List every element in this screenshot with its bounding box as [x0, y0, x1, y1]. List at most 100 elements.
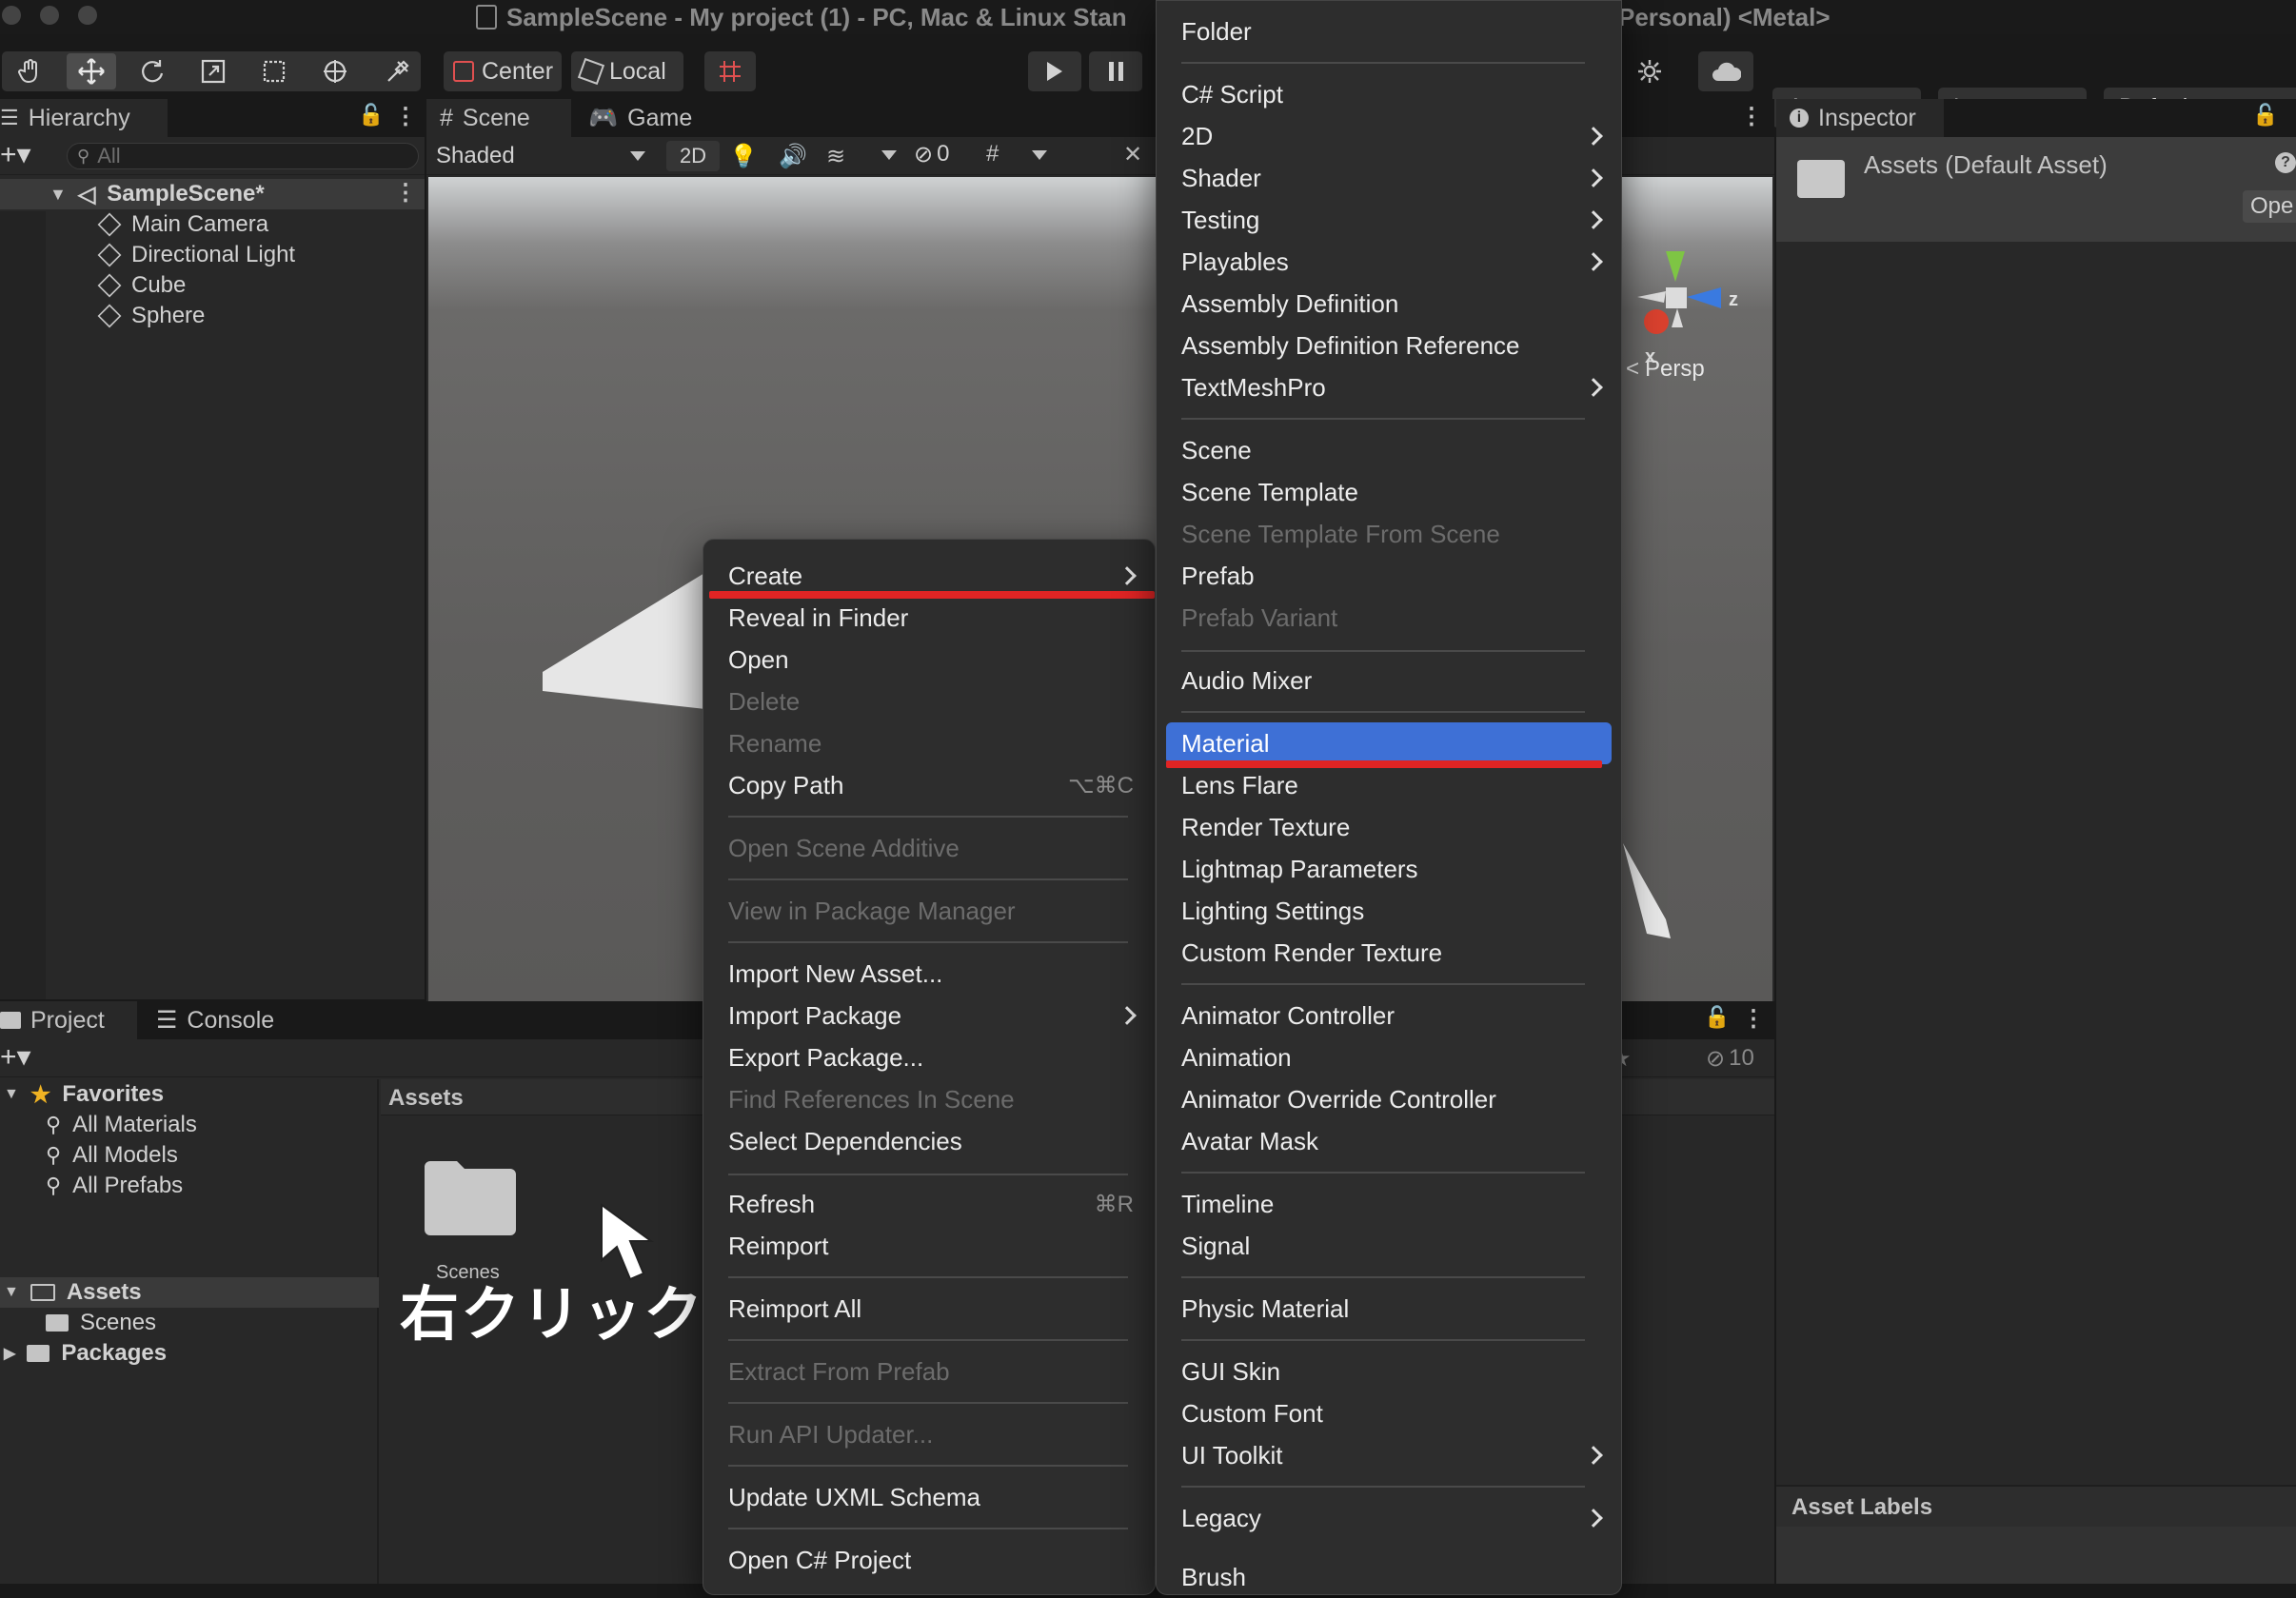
add-object-icon[interactable]: +▾	[0, 141, 31, 169]
menu-item-open-c-project[interactable]: Open C# Project	[703, 1539, 1155, 1581]
menu-item-export-package[interactable]: Export Package...	[703, 1036, 1155, 1078]
menu-item-import-new-asset[interactable]: Import New Asset...	[703, 953, 1155, 995]
tab-console[interactable]: ☰ Console	[143, 1001, 295, 1039]
perspective-toggle[interactable]: < Persp	[1626, 356, 1705, 383]
cube-object[interactable]	[1623, 843, 1671, 938]
menu-item-signal[interactable]: Signal	[1157, 1225, 1621, 1267]
menu-item-lightmap-parameters[interactable]: Lightmap Parameters	[1157, 848, 1621, 890]
menu-item-reimport-all[interactable]: Reimport All	[703, 1288, 1155, 1330]
menu-item-lens-flare[interactable]: Lens Flare	[1157, 764, 1621, 806]
scene-row[interactable]: ▼ ◁ SampleScene* ⋮	[0, 179, 425, 209]
scenes-folder-tile[interactable]	[423, 1157, 518, 1237]
packages-row[interactable]: ▶ Packages	[4, 1338, 167, 1369]
menu-item-refresh[interactable]: Refresh ⌘R	[703, 1183, 1155, 1225]
hand-tool-icon[interactable]	[11, 53, 49, 89]
2d-mode-toggle[interactable]: 2D	[666, 141, 720, 171]
hierarchy-item-cube[interactable]: Cube	[0, 270, 425, 301]
menu-item-timeline[interactable]: Timeline	[1157, 1183, 1621, 1225]
menu-item-c-script[interactable]: C# Script	[1157, 73, 1621, 115]
more-options-icon[interactable]: ⋮	[394, 103, 417, 130]
menu-item-ui-toolkit[interactable]: UI Toolkit	[1157, 1434, 1621, 1476]
menu-item-folder[interactable]: Folder	[1157, 10, 1621, 52]
effects-caret-icon[interactable]	[881, 150, 897, 160]
grid-snap-icon[interactable]	[704, 51, 756, 91]
rotate-tool-icon[interactable]	[133, 53, 171, 89]
tab-hierarchy[interactable]: ☰ Hierarchy	[0, 99, 168, 137]
pivot-local-toggle[interactable]: Local	[571, 51, 683, 91]
menu-item-open[interactable]: Open	[703, 639, 1155, 681]
menu-item-prefab[interactable]: Prefab	[1157, 555, 1621, 597]
scene-gizmo[interactable]: z x	[1618, 215, 1761, 367]
menu-item-select-dependencies[interactable]: Select Dependencies	[703, 1120, 1155, 1162]
project-lock-icon[interactable]: 🔓	[1704, 1005, 1730, 1030]
favorite-all-models[interactable]: ⚲ All Models	[0, 1140, 379, 1171]
favorite-all-materials[interactable]: ⚲ All Materials	[0, 1110, 379, 1140]
project-hidden-toggle[interactable]: ⊘ 10	[1706, 1045, 1754, 1073]
menu-item-animation[interactable]: Animation	[1157, 1036, 1621, 1078]
favorites-row[interactable]: ▼ ★ Favorites	[0, 1079, 164, 1110]
menu-item-scene[interactable]: Scene	[1157, 429, 1621, 471]
menu-item-animator-override-controller[interactable]: Animator Override Controller	[1157, 1078, 1621, 1120]
hierarchy-item-directional-light[interactable]: Directional Light	[0, 240, 425, 270]
help-icon[interactable]: ?	[2275, 152, 2296, 173]
scene-more-icon[interactable]: ⋮	[1740, 103, 1763, 130]
project-more-icon[interactable]: ⋮	[1742, 1005, 1765, 1033]
menu-item-scene-template[interactable]: Scene Template	[1157, 471, 1621, 513]
grid-caret-icon[interactable]	[1032, 150, 1047, 160]
assets-row[interactable]: ▼ Assets	[0, 1277, 379, 1308]
plane-object[interactable]	[543, 567, 714, 710]
play-button[interactable]	[1028, 51, 1081, 91]
audio-toggle-icon[interactable]: 🔊	[779, 143, 807, 170]
favorite-all-prefabs[interactable]: ⚲ All Prefabs	[0, 1171, 379, 1201]
close-window-button[interactable]	[2, 6, 21, 25]
rect-tool-icon[interactable]	[255, 53, 293, 89]
scene-tools-icon[interactable]: ✕	[1123, 141, 1142, 168]
services-gear-icon[interactable]	[1626, 51, 1673, 91]
shading-mode-dropdown[interactable]: Shaded	[428, 141, 653, 171]
menu-item-testing[interactable]: Testing	[1157, 199, 1621, 241]
zoom-window-button[interactable]	[78, 6, 97, 25]
menu-item-reveal-in-finder[interactable]: Reveal in Finder	[703, 597, 1155, 639]
menu-item-physic-material[interactable]: Physic Material	[1157, 1288, 1621, 1330]
menu-item-custom-render-texture[interactable]: Custom Render Texture	[1157, 932, 1621, 974]
scale-tool-icon[interactable]	[194, 53, 232, 89]
menu-item-assembly-definition-reference[interactable]: Assembly Definition Reference	[1157, 325, 1621, 366]
gizmo-cube-icon[interactable]	[1666, 287, 1687, 308]
menu-item-material[interactable]: Material	[1166, 722, 1612, 764]
lock-icon[interactable]: 🔓	[358, 103, 384, 128]
menu-item-assembly-definition[interactable]: Assembly Definition	[1157, 283, 1621, 325]
scene-menu-icon[interactable]: ⋮	[394, 179, 417, 207]
tab-game[interactable]: 🎮 Game	[575, 99, 718, 137]
hierarchy-item-main-camera[interactable]: Main Camera	[0, 209, 425, 240]
hierarchy-search-input[interactable]: ⚲ All	[67, 143, 419, 169]
lighting-toggle-icon[interactable]: 💡	[729, 143, 758, 170]
menu-item-copy-path[interactable]: Copy Path ⌥⌘C	[703, 764, 1155, 806]
breadcrumb-assets[interactable]: Assets	[388, 1085, 464, 1112]
y-axis-cone-icon[interactable]	[1666, 251, 1685, 282]
cloud-icon[interactable]	[1698, 51, 1753, 91]
z-axis-cone-icon[interactable]	[1687, 287, 1721, 308]
menu-item-reimport[interactable]: Reimport	[703, 1225, 1155, 1267]
menu-item-avatar-mask[interactable]: Avatar Mask	[1157, 1120, 1621, 1162]
open-button[interactable]: Ope	[2243, 190, 2296, 223]
hidden-objects-toggle[interactable]: ⊘ 0	[914, 141, 949, 168]
custom-tools-icon[interactable]	[379, 53, 417, 89]
expand-arrow-icon[interactable]: ▼	[49, 185, 67, 205]
menu-item-legacy[interactable]: Legacy	[1157, 1497, 1621, 1539]
menu-item-animator-controller[interactable]: Animator Controller	[1157, 995, 1621, 1036]
inspector-lock-icon[interactable]: 🔓	[2252, 103, 2278, 128]
menu-item-import-package[interactable]: Import Package	[703, 995, 1155, 1036]
minimize-window-button[interactable]	[40, 6, 59, 25]
x-axis-cone-icon[interactable]	[1644, 309, 1669, 334]
menu-item-2d[interactable]: 2D	[1157, 115, 1621, 157]
menu-item-update-uxml-schema[interactable]: Update UXML Schema	[703, 1476, 1155, 1518]
menu-item-audio-mixer[interactable]: Audio Mixer	[1157, 660, 1621, 701]
grid-toggle-icon[interactable]: #	[986, 141, 999, 168]
pivot-center-toggle[interactable]: Center	[444, 51, 562, 91]
scenes-row[interactable]: Scenes	[46, 1308, 156, 1338]
expand-arrow-icon[interactable]: ▼	[4, 1284, 19, 1301]
tab-project[interactable]: Project	[0, 1001, 137, 1039]
move-tool-icon[interactable]	[67, 53, 116, 89]
collapse-arrow-icon[interactable]: ▶	[4, 1344, 15, 1363]
tab-scene[interactable]: # Scene	[426, 99, 571, 137]
